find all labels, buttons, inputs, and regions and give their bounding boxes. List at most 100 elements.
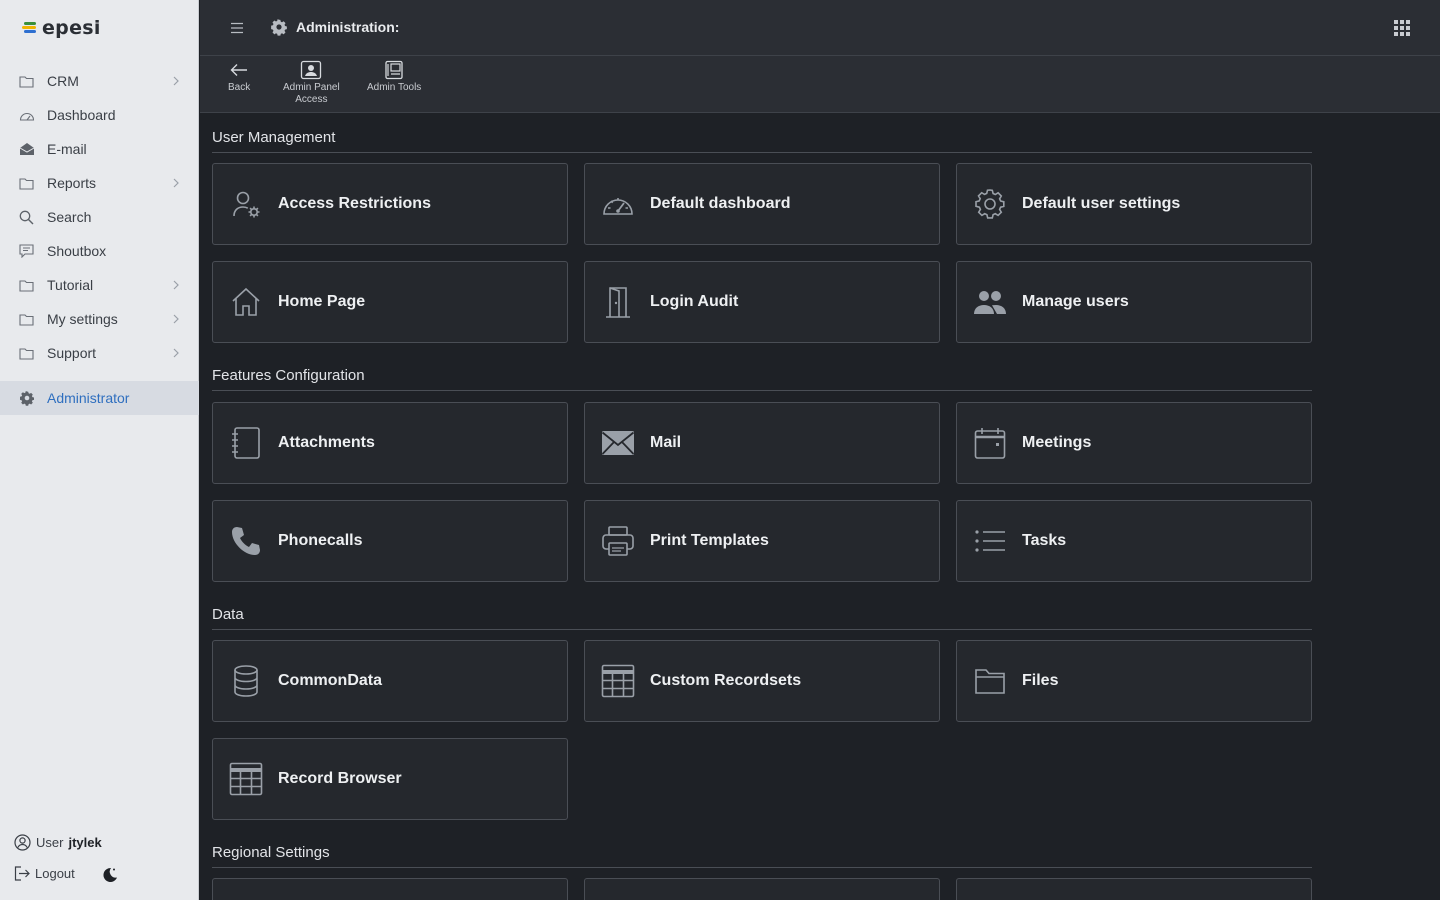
- dashboard-icon: [18, 107, 35, 124]
- sidebar-item-label: My settings: [47, 311, 118, 327]
- section-title-data: Data: [212, 602, 1312, 630]
- chat-icon: [18, 243, 35, 260]
- sidebar-item-label: E-mail: [47, 141, 87, 157]
- card-manage-users[interactable]: Manage users: [956, 261, 1312, 343]
- admin-panel-label-1: Admin Panel: [283, 82, 340, 93]
- card-custom-recordsets[interactable]: Custom Recordsets: [584, 640, 940, 722]
- envelope-icon: [601, 426, 635, 460]
- arrow-left-icon: [230, 64, 248, 76]
- folder-icon: [18, 277, 35, 294]
- dark-mode-toggle-icon[interactable]: [101, 866, 119, 884]
- card-default-dashboard[interactable]: Default dashboard: [584, 163, 940, 245]
- table-grid-icon: [601, 664, 635, 698]
- sidebar-item-reports[interactable]: Reports: [0, 166, 199, 200]
- back-button[interactable]: Back: [228, 60, 250, 94]
- card-label: Files: [1022, 672, 1059, 689]
- notebook-icon: [229, 426, 263, 460]
- folder-icon: [18, 311, 35, 328]
- admin-tools-button[interactable]: Admin Tools: [367, 60, 421, 94]
- chevron-right-icon: [173, 178, 179, 188]
- card-label: Default dashboard: [650, 195, 791, 212]
- sidebar: epesi CRM Dashboard E-mail Reports Searc…: [0, 0, 199, 900]
- card-label: Login Audit: [650, 293, 739, 310]
- table-grid-icon: [229, 762, 263, 796]
- phone-icon: [229, 524, 263, 558]
- folder-icon: [18, 73, 35, 90]
- page-title: Administration:: [270, 18, 399, 36]
- printer-icon: [601, 524, 635, 558]
- card-label: Phonecalls: [278, 532, 363, 549]
- epesi-logo[interactable]: epesi: [22, 16, 101, 40]
- user-badge-icon: [301, 60, 322, 80]
- sidebar-item-label: CRM: [47, 73, 79, 89]
- section-title-features-configuration: Features Configuration: [212, 363, 1312, 391]
- current-user[interactable]: User jtylek: [14, 834, 102, 851]
- sidebar-item-tutorial[interactable]: Tutorial: [0, 268, 199, 302]
- logout-icon: [14, 866, 30, 881]
- sidebar-item-label: Reports: [47, 175, 97, 191]
- sidebar-item-dashboard[interactable]: Dashboard: [0, 98, 199, 132]
- gear-outline-icon: [973, 187, 1007, 221]
- card-regional-2[interactable]: [584, 878, 940, 900]
- sidebar-item-label: Search: [47, 209, 92, 225]
- card-label: Print Templates: [650, 532, 769, 549]
- sidebar-item-my-settings[interactable]: My settings: [0, 302, 199, 336]
- back-label: Back: [228, 82, 251, 93]
- sidebar-item-support[interactable]: Support: [0, 336, 199, 370]
- card-commondata[interactable]: CommonData: [212, 640, 568, 722]
- card-login-audit[interactable]: Login Audit: [584, 261, 940, 343]
- card-default-user-settings[interactable]: Default user settings: [956, 163, 1312, 245]
- page-title-text: Administration:: [296, 19, 400, 35]
- card-mail[interactable]: Mail: [584, 402, 940, 484]
- card-label: CommonData: [278, 672, 383, 689]
- chevron-right-icon: [173, 280, 179, 290]
- card-home-page[interactable]: Home Page: [212, 261, 568, 343]
- user-circle-icon: [14, 834, 31, 851]
- search-icon: [18, 209, 35, 226]
- sidebar-item-administrator[interactable]: Administrator: [0, 381, 199, 415]
- card-label: Meetings: [1022, 434, 1092, 451]
- gear-icon: [271, 19, 287, 36]
- folder-icon: [973, 664, 1007, 698]
- chevron-right-icon: [173, 314, 179, 324]
- card-label: Default user settings: [1022, 195, 1181, 212]
- card-label: Custom Recordsets: [650, 672, 802, 689]
- card-label: Manage users: [1022, 293, 1129, 310]
- users-icon: [973, 285, 1007, 319]
- sidebar-item-search[interactable]: Search: [0, 200, 199, 234]
- door-icon: [601, 285, 635, 319]
- card-print-templates[interactable]: Print Templates: [584, 500, 940, 582]
- action-toolbar: Back Admin Panel Access Admin Tools: [200, 56, 1440, 113]
- calendar-icon: [973, 426, 1007, 460]
- folder-icon: [18, 175, 35, 192]
- card-regional-1[interactable]: [212, 878, 568, 900]
- card-attachments[interactable]: Attachments: [212, 402, 568, 484]
- card-meetings[interactable]: Meetings: [956, 402, 1312, 484]
- username: jtylek: [68, 835, 102, 850]
- card-label: Tasks: [1022, 532, 1067, 549]
- sidebar-item-label: Tutorial: [47, 277, 94, 293]
- logout-button[interactable]: Logout: [14, 866, 75, 881]
- sidebar-item-shoutbox[interactable]: Shoutbox: [0, 234, 199, 268]
- sidebar-item-crm[interactable]: CRM: [0, 64, 199, 98]
- card-regional-3[interactable]: [956, 878, 1312, 900]
- sidebar-nav: CRM Dashboard E-mail Reports Search Shou…: [0, 64, 199, 415]
- logout-label: Logout: [35, 866, 75, 881]
- card-tasks[interactable]: Tasks: [956, 500, 1312, 582]
- card-label: Access Restrictions: [278, 195, 431, 212]
- card-files[interactable]: Files: [956, 640, 1312, 722]
- dashboard-gauge-icon: [601, 187, 635, 221]
- card-label: Mail: [650, 434, 682, 451]
- card-label: Attachments: [278, 434, 375, 451]
- card-record-browser[interactable]: Record Browser: [212, 738, 568, 820]
- card-phonecalls[interactable]: Phonecalls: [212, 500, 568, 582]
- apps-grid-icon[interactable]: [1394, 20, 1410, 36]
- chevron-right-icon: [173, 76, 179, 86]
- sidebar-item-email[interactable]: E-mail: [0, 132, 199, 166]
- top-bar: Administration:: [200, 0, 1440, 56]
- hamburger-menu-icon[interactable]: [230, 21, 244, 35]
- sidebar-item-label: Shoutbox: [47, 243, 107, 259]
- admin-panel-label-2: Access: [295, 94, 328, 105]
- card-access-restrictions[interactable]: Access Restrictions: [212, 163, 568, 245]
- admin-panel-access-button[interactable]: Admin Panel Access: [283, 60, 340, 106]
